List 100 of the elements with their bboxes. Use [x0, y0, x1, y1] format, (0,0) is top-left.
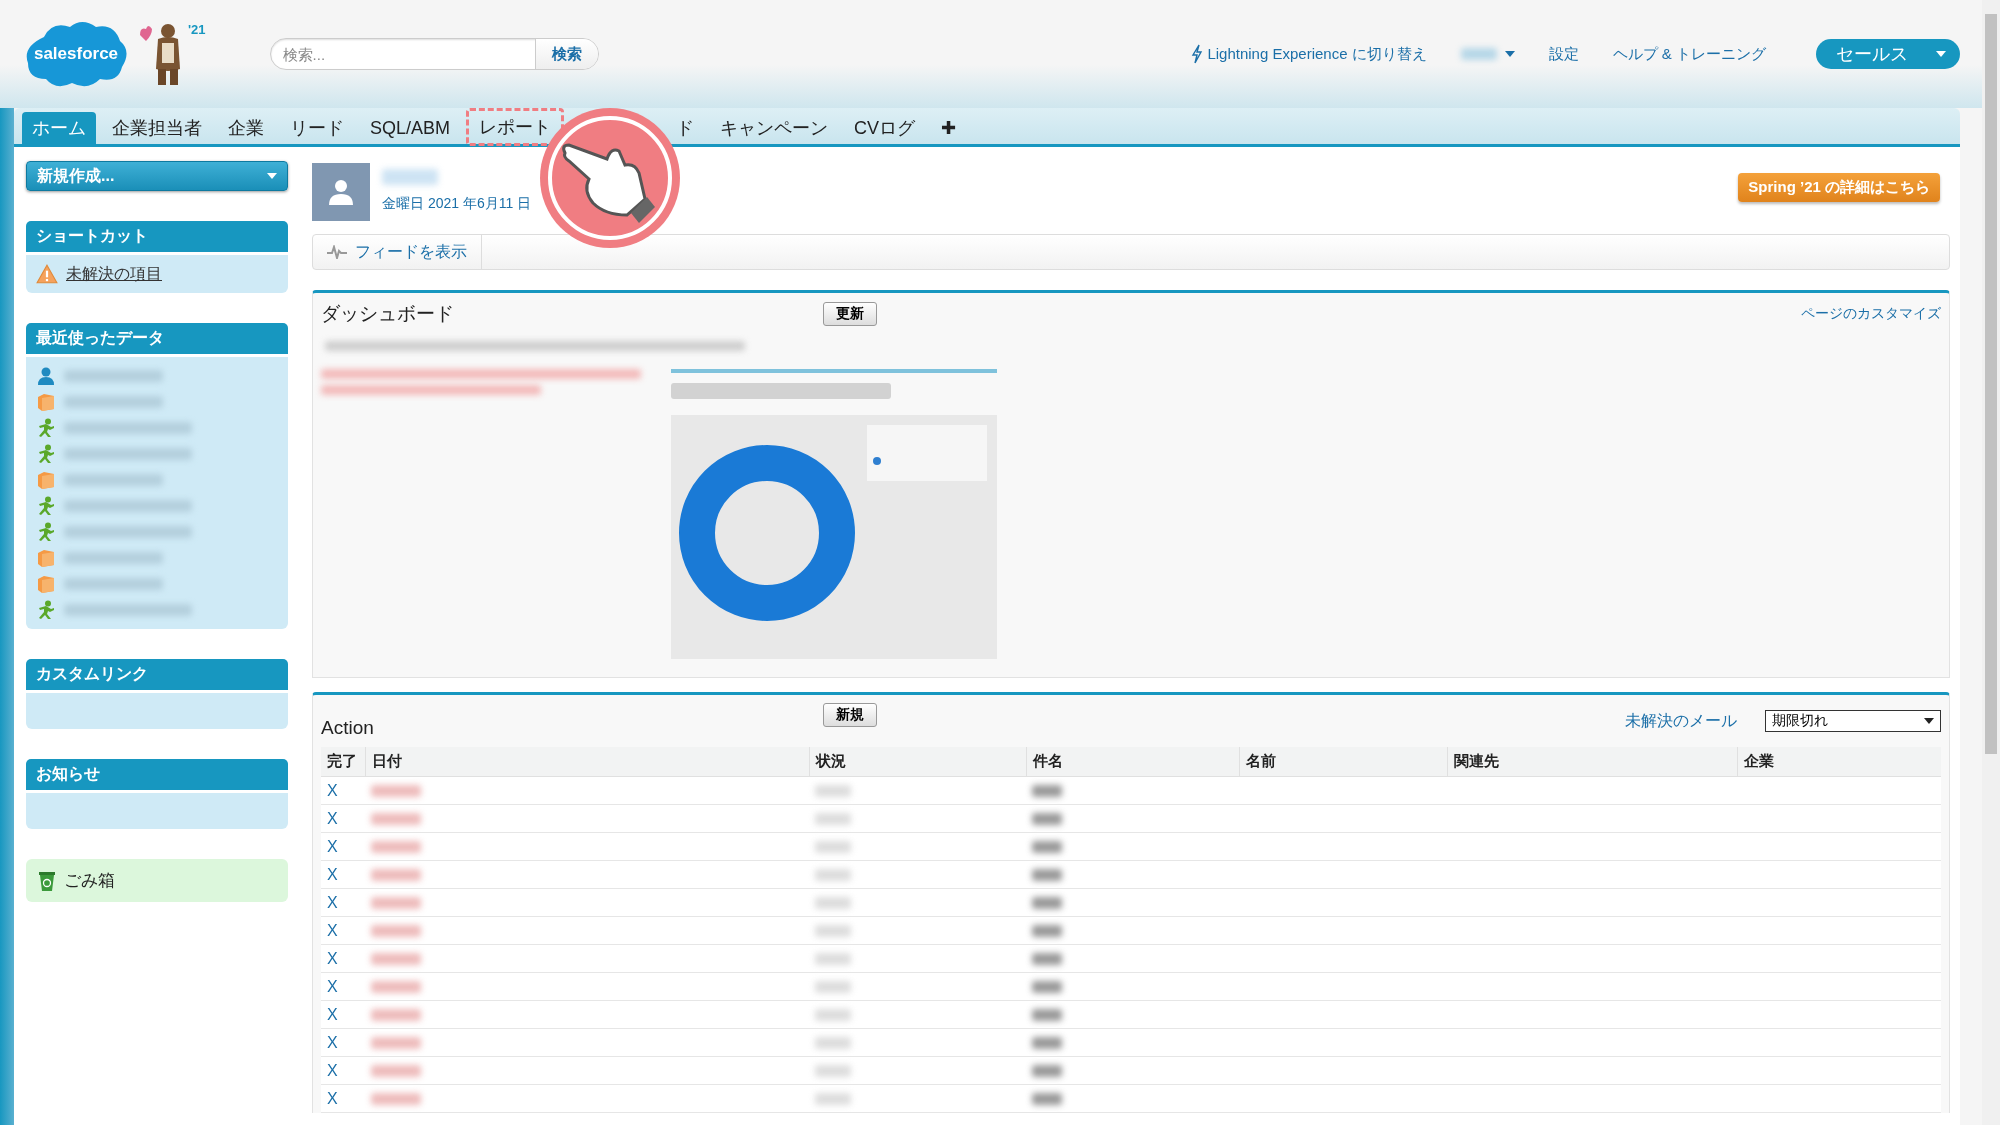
filter-dropdown[interactable]: 期限切れ — [1765, 710, 1941, 732]
blurred-text — [1032, 1008, 1062, 1021]
column-header[interactable]: 状況 — [809, 747, 1026, 777]
nav-tab[interactable]: 企業担当者 — [102, 112, 212, 144]
search-button[interactable]: 検索 — [534, 39, 598, 69]
blurred-text — [371, 868, 421, 881]
blurred-text — [815, 896, 851, 909]
blurred-text — [371, 952, 421, 965]
blurred-text — [371, 812, 421, 825]
blurred-text — [1032, 952, 1062, 965]
close-action-link[interactable]: X — [327, 977, 338, 996]
sidebar-section-title: ショートカット — [26, 221, 288, 252]
blurred-text — [815, 952, 851, 965]
scrollbar[interactable] — [1982, 0, 2000, 1125]
customize-page-link[interactable]: ページのカスタマイズ — [1801, 305, 1941, 323]
show-feed-button[interactable]: フィードを表示 — [313, 235, 482, 269]
blurred-text — [1032, 1092, 1062, 1105]
close-action-link[interactable]: X — [327, 865, 338, 884]
blurred-text — [1032, 924, 1062, 937]
close-action-link[interactable]: X — [327, 809, 338, 828]
blurred-text — [815, 784, 851, 797]
recycle-bin-panel[interactable]: ごみ箱 — [26, 859, 288, 902]
recycle-bin-label: ごみ箱 — [64, 870, 115, 892]
blurred-text — [382, 169, 438, 185]
blurred-text — [371, 1092, 421, 1105]
folder-icon — [36, 548, 56, 568]
nav-tab[interactable]: CVログ — [844, 112, 926, 144]
nav-tab[interactable]: SQL/ABM — [360, 112, 461, 144]
new-button[interactable]: 新規 — [823, 703, 877, 727]
release-label: '21 — [188, 22, 206, 37]
sidebar-section-title: カスタムリンク — [26, 659, 288, 690]
caret-icon[interactable] — [1504, 51, 1515, 57]
sidebar-section-title: 最近使ったデータ — [26, 323, 288, 354]
nav-tab[interactable]: リード — [280, 112, 354, 144]
blurred-text — [815, 868, 851, 881]
blurred-text — [815, 1092, 851, 1105]
column-header[interactable]: 日付 — [365, 747, 809, 777]
nav-tab[interactable]: ホーム — [22, 112, 96, 144]
blurred-text — [815, 1036, 851, 1049]
folder-icon — [36, 392, 56, 412]
running-figure-icon — [36, 444, 56, 464]
blurred-text — [1032, 868, 1062, 881]
nav-tab[interactable]: ド — [666, 112, 705, 144]
sidebar-link[interactable]: 未解決の項目 — [66, 263, 162, 285]
close-action-link[interactable]: X — [327, 1089, 338, 1108]
blurred-text — [815, 812, 851, 825]
blurred-text — [371, 980, 421, 993]
unresolved-mail-link[interactable]: 未解決のメール — [1625, 710, 1737, 732]
sidebar-section-title: お知らせ — [26, 759, 288, 790]
running-figure-icon — [36, 600, 56, 620]
blurred-text — [1460, 48, 1497, 60]
close-action-link[interactable]: X — [327, 837, 338, 856]
app-menu-button[interactable]: セールス — [1816, 39, 1960, 69]
person-icon — [36, 366, 56, 386]
column-header[interactable]: 企業 — [1737, 747, 1941, 777]
close-action-link[interactable]: X — [327, 1005, 338, 1024]
folder-icon — [36, 574, 56, 594]
blurred-text — [815, 980, 851, 993]
close-action-link[interactable]: X — [327, 949, 338, 968]
column-header[interactable]: 名前 — [1239, 747, 1447, 777]
blurred-text — [371, 1064, 421, 1077]
running-figure-icon — [36, 418, 56, 438]
blurred-text — [371, 784, 421, 797]
running-figure-icon — [36, 496, 56, 516]
action-title: Action — [321, 717, 374, 739]
close-action-link[interactable]: X — [327, 921, 338, 940]
close-action-link[interactable]: X — [327, 893, 338, 912]
switch-lightning-link[interactable]: Lightning Experience に切り替え — [1191, 44, 1427, 64]
header-link[interactable]: 設定 — [1548, 44, 1579, 64]
blurred-text — [371, 924, 421, 937]
blurred-text — [1032, 840, 1062, 853]
folder-icon — [36, 470, 56, 490]
header-link[interactable]: ヘルプ & トレーニング — [1612, 44, 1766, 64]
blurred-text — [371, 840, 421, 853]
nav-tab[interactable]: 企業 — [218, 112, 274, 144]
search-field[interactable]: 検索... 検索 — [269, 38, 599, 70]
column-header[interactable]: 関連先 — [1447, 747, 1737, 777]
avatar-icon — [312, 163, 370, 221]
warning-icon — [36, 264, 58, 284]
column-header[interactable]: 件名 — [1026, 747, 1239, 777]
blurred-text — [815, 924, 851, 937]
nav-tab[interactable]: キャンペーン — [710, 112, 839, 144]
blurred-text — [1032, 980, 1062, 993]
trash-can-icon — [38, 869, 56, 892]
close-action-link[interactable]: X — [327, 781, 338, 800]
create-new-dropdown[interactable]: 新規作成... — [26, 161, 288, 191]
blurred-text — [815, 1008, 851, 1021]
blurred-text — [1032, 812, 1062, 825]
running-figure-icon — [36, 522, 56, 542]
refresh-button[interactable]: 更新 — [823, 302, 877, 326]
blurred-text — [371, 1008, 421, 1021]
blurred-text — [815, 1064, 851, 1077]
legend-dot — [873, 457, 881, 465]
blurred-text — [371, 896, 421, 909]
blurred-text — [1032, 1064, 1062, 1077]
close-action-link[interactable]: X — [327, 1061, 338, 1080]
column-header[interactable]: 完了 — [321, 747, 365, 777]
lightning-bolt-icon — [1191, 44, 1204, 64]
close-action-link[interactable]: X — [327, 1033, 338, 1052]
nav-tab[interactable]: ✚ — [931, 112, 967, 144]
